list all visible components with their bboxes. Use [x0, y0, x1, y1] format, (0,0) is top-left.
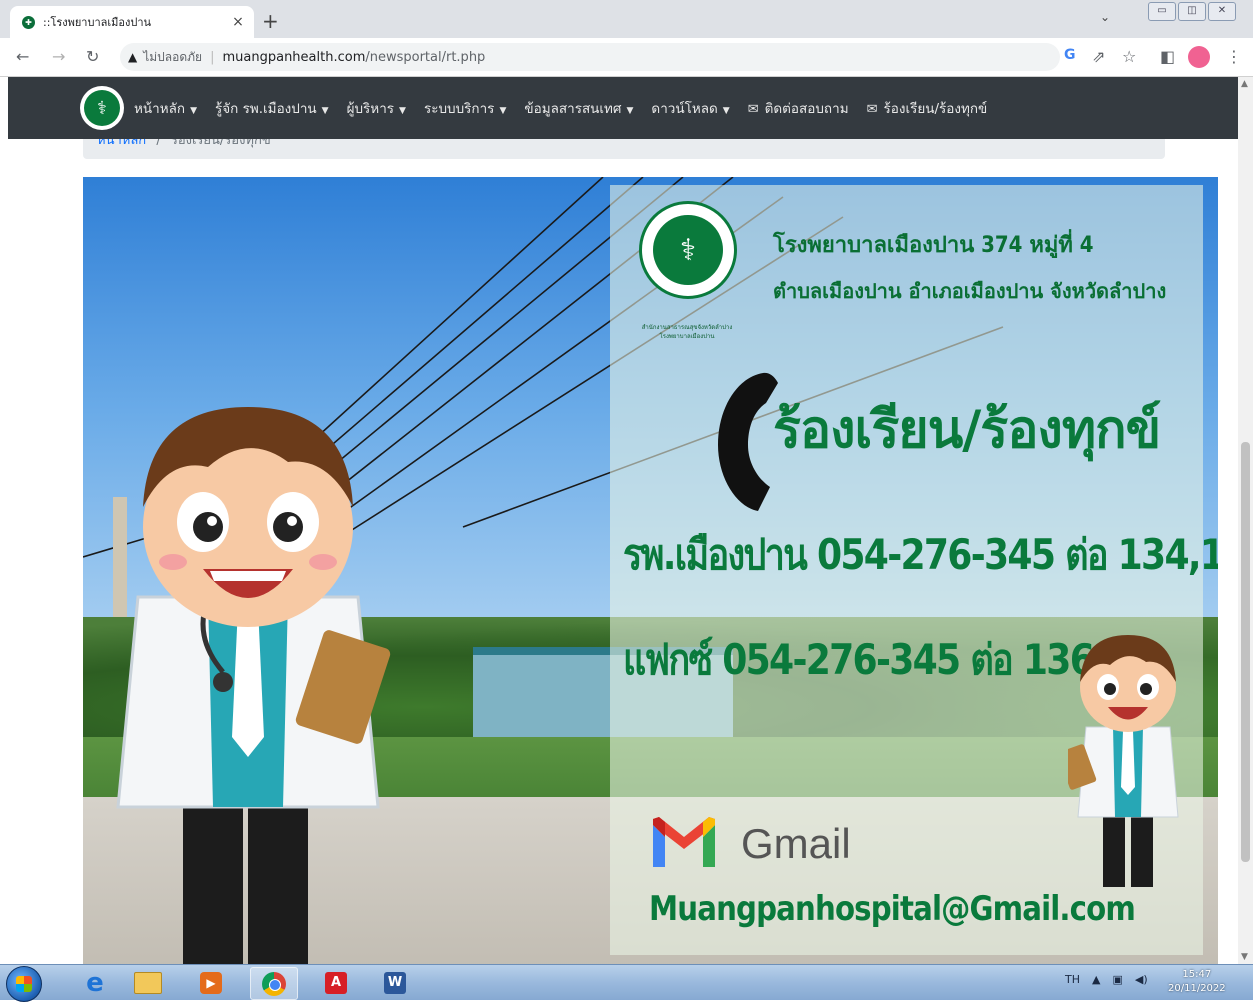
clock-date: 20/11/2022: [1168, 983, 1226, 994]
clock-time: 15:47: [1182, 969, 1212, 980]
email-address: Muangpanhospital@Gmail.com: [649, 889, 1136, 929]
windows-logo-icon: [16, 976, 32, 992]
seal-caption-line1: สำนักงานสาธารณสุขจังหวัดลำปาง: [641, 324, 733, 331]
caret-down-icon: ▼: [321, 106, 329, 116]
envelope-icon: ✉: [747, 102, 759, 117]
page-viewport: หน้าหลัก / ร้องเรียน/ร้องทุกข์ ⚕ หน้าหลั…: [0, 77, 1238, 964]
url-host[interactable]: muangpanhealth.com: [222, 50, 365, 65]
nav-complaint-label: ร้องเรียน/ร้องทุกข์: [883, 101, 988, 117]
minimize-button[interactable]: ▭: [1148, 2, 1176, 21]
nav-download-label: ดาวน์โหลด: [651, 101, 718, 117]
site-navbar: ⚕ หน้าหลัก ▼ รู้จัก รพ.เมืองปาน ▼ ผู้บริหา…: [8, 77, 1238, 139]
caret-down-icon: ▼: [722, 106, 730, 116]
taskbar-explorer-button[interactable]: [125, 967, 171, 998]
nav-download[interactable]: ดาวน์โหลด ▼: [651, 97, 729, 119]
tab-search-chevron-icon[interactable]: ⌄: [1100, 10, 1110, 24]
address-bar[interactable]: ▲ ไม่ปลอดภัย | muangpanhealth.com/newspo…: [120, 43, 1060, 71]
taskbar-chrome-button[interactable]: [250, 967, 298, 1000]
taskbar-ie-button[interactable]: e: [72, 967, 118, 998]
taskbar-media-button[interactable]: ▶: [188, 967, 234, 998]
site-favicon-icon: ✚: [22, 15, 35, 29]
nav-contact[interactable]: ✉ ติดต่อสอบถาม: [748, 97, 849, 119]
gmail-logo-icon: [653, 817, 715, 867]
google-g-icon[interactable]: G: [1064, 47, 1076, 63]
nav-services[interactable]: ระบบบริการ ▼: [424, 97, 506, 119]
acrobat-icon: A: [325, 971, 347, 994]
moph-seal-icon: ⚕: [639, 201, 737, 299]
window-controls: ▭ ◫ ✕: [1148, 2, 1236, 21]
moph-logo-icon[interactable]: ⚕: [80, 86, 124, 130]
browser-menu-icon[interactable]: ⋮: [1226, 47, 1242, 66]
nav-information[interactable]: ข้อมูลสารสนเทศ ▼: [524, 97, 633, 119]
volume-icon[interactable]: ◀): [1135, 973, 1148, 986]
complaint-banner-image: ⚕ สำนักงานสาธารณสุขจังหวัดลำปาง โรงพยาบา…: [83, 177, 1218, 964]
nav-about-label: รู้จัก รพ.เมืองปาน: [214, 101, 317, 117]
start-button[interactable]: [6, 966, 42, 1002]
scrollbar-thumb[interactable]: [1241, 442, 1250, 862]
tray-expand-icon[interactable]: ▲: [1092, 973, 1100, 986]
taskbar-acrobat-button[interactable]: A: [313, 967, 359, 998]
address-line-2: ตำบลเมืองปาน อำเภอเมืองปาน จังหวัดลำปาง: [773, 279, 1167, 303]
nav-complaint[interactable]: ✉ ร้องเรียน/ร้องทุกข์: [867, 97, 988, 119]
caret-down-icon: ▼: [626, 106, 634, 116]
caret-down-icon: ▼: [399, 106, 406, 116]
scroll-up-arrow-icon[interactable]: ▲: [1241, 79, 1248, 89]
back-arrow-icon[interactable]: ←: [16, 47, 29, 66]
warning-triangle-icon[interactable]: ▲: [128, 50, 137, 64]
page-scrollbar[interactable]: ▲ ▼: [1238, 77, 1253, 964]
network-icon[interactable]: ▣: [1112, 973, 1122, 986]
reload-icon[interactable]: ↻: [86, 47, 99, 66]
nav-executives[interactable]: ผู้บริหาร ▼: [347, 97, 406, 119]
url-path[interactable]: /newsportal/rt.php: [365, 50, 485, 65]
language-indicator[interactable]: TH: [1065, 973, 1080, 986]
bookmark-star-icon[interactable]: ☆: [1122, 47, 1136, 66]
folder-icon: [134, 971, 162, 994]
envelope-icon: ✉: [866, 102, 878, 117]
nav-executives-label: ผู้บริหาร: [346, 101, 395, 117]
caret-down-icon: ▼: [499, 106, 507, 116]
seal-caption: สำนักงานสาธารณสุขจังหวัดลำปาง โรงพยาบาลเ…: [631, 323, 743, 341]
fax-number: แฟกซ์ 054-276-345 ต่อ 136: [623, 635, 1095, 684]
phone-number: รพ.เมืองปาน 054-276-345 ต่อ 134,135: [623, 530, 1218, 579]
word-icon: W: [384, 971, 406, 994]
windows-taskbar: e ▶ A W TH ▲ ▣ ◀) 15:47 20/11/2022: [0, 964, 1253, 1002]
nav-about[interactable]: รู้จัก รพ.เมืองปาน ▼: [215, 97, 329, 119]
share-icon[interactable]: ⇗: [1092, 47, 1105, 66]
browser-toolbar: ← → ↻ ▲ ไม่ปลอดภัย | muangpanhealth.com /…: [0, 38, 1253, 77]
scroll-down-arrow-icon[interactable]: ▼: [1241, 952, 1248, 962]
new-tab-button[interactable]: +: [262, 9, 279, 33]
cartoon-doctor-large: [116, 407, 391, 964]
nav-home-label: หน้าหลัก: [134, 101, 186, 117]
omnibox-divider: |: [210, 49, 215, 65]
complaint-headline: ร้องเรียน/ร้องทุกข์: [773, 400, 1161, 460]
tab-strip: ✚ ::โรงพยาบาลเมืองปาน × + ⌄ ▭ ◫ ✕: [0, 0, 1253, 38]
taskbar-word-button[interactable]: W: [372, 967, 418, 998]
chrome-icon: [262, 971, 286, 996]
profile-avatar[interactable]: [1188, 46, 1210, 68]
address-line-1: โรงพยาบาลเมืองปาน 374 หมู่ที่ 4: [773, 233, 1094, 258]
seal-caption-line2: โรงพยาบาลเมืองปาน: [659, 333, 715, 340]
nav-services-label: ระบบบริการ: [423, 101, 495, 117]
nav-information-label: ข้อมูลสารสนเทศ: [524, 101, 622, 117]
tab-close-icon[interactable]: ×: [228, 14, 248, 30]
tab-title: ::โรงพยาบาลเมืองปาน: [43, 16, 152, 29]
internet-explorer-icon: e: [86, 967, 104, 998]
restore-button[interactable]: ◫: [1178, 2, 1206, 21]
nav-contact-label: ติดต่อสอบถาม: [764, 101, 849, 117]
nav-home[interactable]: หน้าหลัก ▼: [134, 97, 197, 119]
insecure-label[interactable]: ไม่ปลอดภัย: [143, 48, 202, 67]
gmail-wordmark: Gmail: [741, 820, 851, 867]
media-player-icon: ▶: [200, 971, 222, 994]
side-panel-icon[interactable]: ◧: [1160, 47, 1175, 66]
taskbar-clock[interactable]: 15:47 20/11/2022: [1168, 968, 1226, 996]
browser-tab[interactable]: ✚ ::โรงพยาบาลเมืองปาน ×: [10, 6, 254, 38]
caret-down-icon: ▼: [190, 106, 197, 116]
system-tray: TH ▲ ▣ ◀): [1065, 973, 1148, 986]
forward-arrow-icon[interactable]: →: [52, 47, 65, 66]
cartoon-doctor-small: [1068, 635, 1179, 887]
window-close-button[interactable]: ✕: [1208, 2, 1236, 21]
